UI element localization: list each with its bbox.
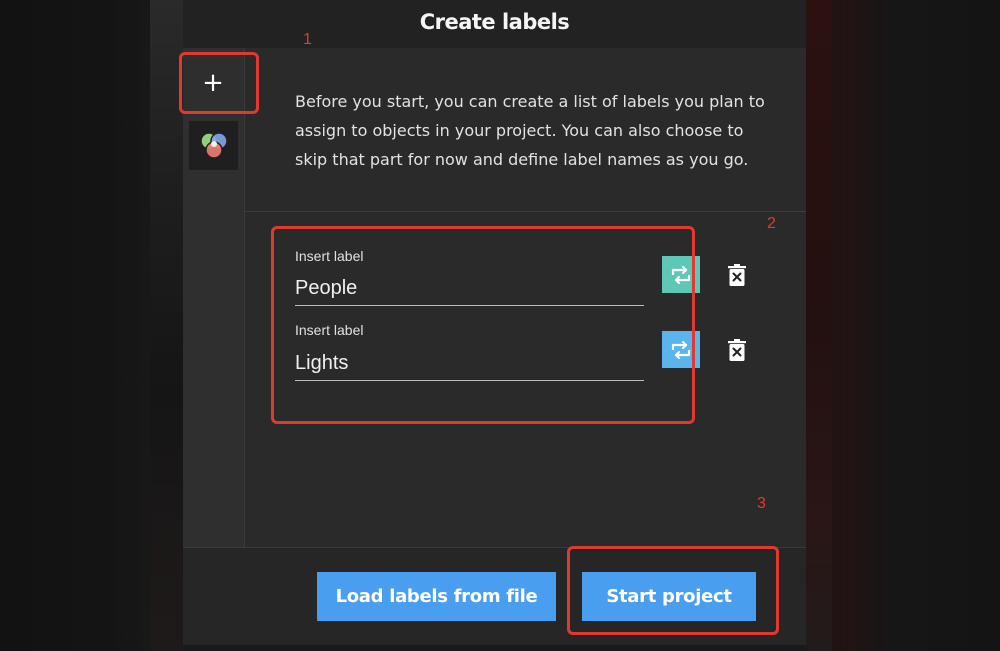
background-right: [806, 0, 1000, 651]
color-picker-button[interactable]: [189, 121, 238, 170]
trash-icon: [728, 264, 746, 286]
content-divider: [245, 211, 806, 212]
annotation-number-3: 3: [757, 495, 766, 512]
color-circles-icon: [199, 131, 228, 159]
annotation-number-2: 2: [767, 215, 776, 232]
delete-label-button[interactable]: [725, 337, 749, 363]
annotation-box-2: [271, 226, 695, 424]
annotation-number-1: 1: [303, 31, 312, 48]
annotation-box-3: [567, 546, 779, 635]
trash-icon: [728, 339, 746, 361]
dialog-title: Create labels: [419, 10, 570, 34]
delete-label-button[interactable]: [725, 262, 749, 288]
annotation-box-1: [179, 52, 259, 114]
dialog-header: Create labels: [183, 0, 806, 48]
dialog-description: Before you start, you can create a list …: [295, 92, 765, 169]
background-right-shade: [806, 0, 832, 651]
load-labels-button[interactable]: Load labels from file: [317, 572, 556, 621]
